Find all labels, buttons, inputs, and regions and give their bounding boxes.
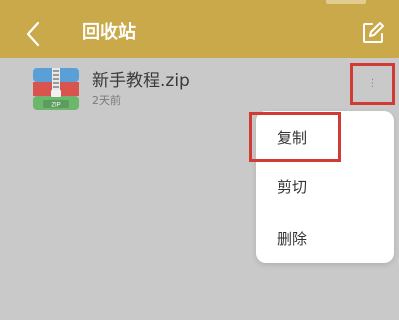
file-date: 2天前	[92, 94, 121, 107]
chevron-left-icon[interactable]	[22, 20, 46, 48]
copy-highlight-box	[249, 112, 341, 162]
zip-file-icon: ZIP	[33, 68, 79, 110]
menu-item-delete[interactable]: 删除	[256, 219, 394, 259]
more-options-button[interactable]: ⋮	[350, 63, 395, 105]
status-bar-fragment	[326, 0, 366, 4]
zip-label: ZIP	[51, 103, 60, 109]
file-name: 新手教程.zip	[92, 71, 190, 91]
edit-icon[interactable]	[361, 21, 385, 45]
app-header: 回收站	[0, 0, 399, 58]
page-title: 回收站	[82, 22, 136, 43]
more-vertical-icon: ⋮	[367, 78, 378, 89]
menu-item-cut[interactable]: 剪切	[256, 167, 394, 207]
